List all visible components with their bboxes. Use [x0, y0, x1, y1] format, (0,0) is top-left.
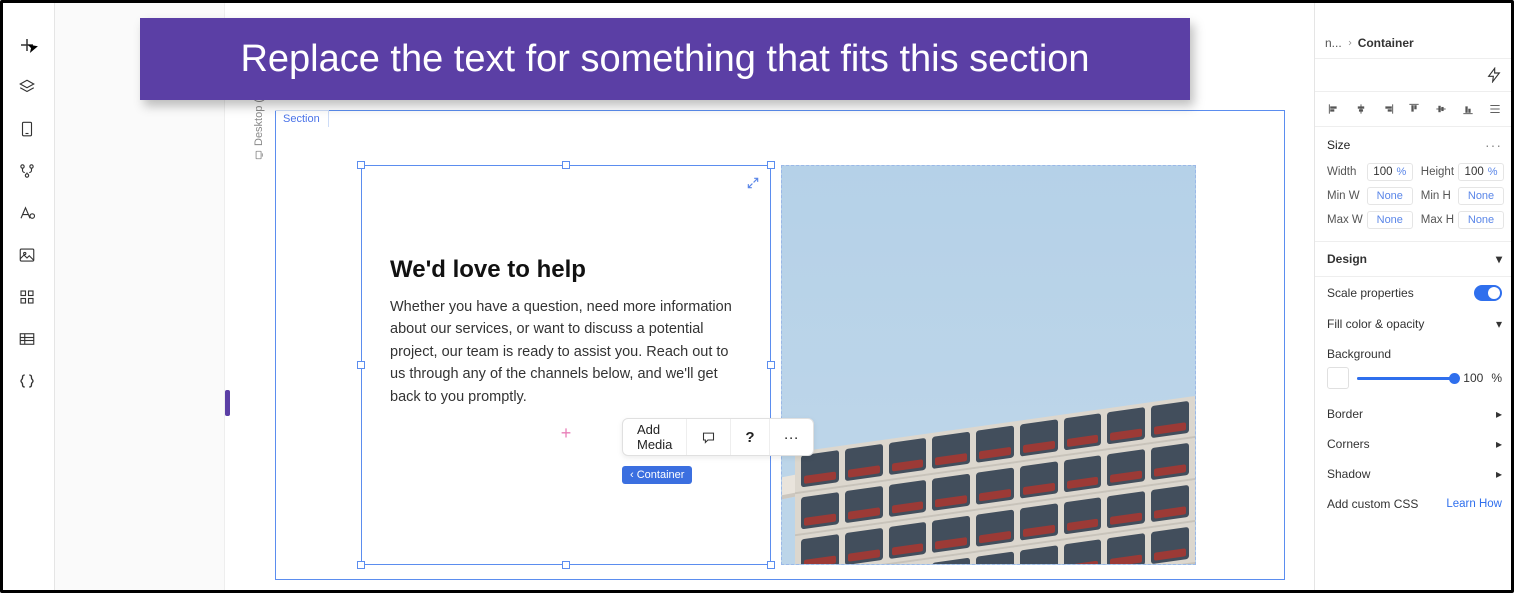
minh-label: Min H: [1421, 190, 1451, 202]
building-image: [781, 364, 1195, 564]
add-icon[interactable]: ➤: [17, 35, 37, 55]
breadcrumb-parent[interactable]: n...: [1325, 36, 1342, 50]
page-icon[interactable]: [17, 119, 37, 139]
custom-css-row: Add custom CSS Learn How: [1315, 489, 1514, 519]
align-right-icon[interactable]: [1379, 100, 1397, 118]
properties-panel: n... Container Size ··· Width 100% Heigh…: [1314, 0, 1514, 593]
corners-label: Corners: [1327, 437, 1370, 451]
opacity-unit: %: [1491, 371, 1502, 385]
corners-row[interactable]: Corners ▸: [1315, 429, 1514, 459]
border-row[interactable]: Border ▸: [1315, 399, 1514, 429]
align-top-icon[interactable]: [1405, 100, 1423, 118]
branch-icon[interactable]: [17, 161, 37, 181]
align-center-v-icon[interactable]: [1432, 100, 1450, 118]
help-icon[interactable]: ?: [731, 419, 769, 455]
chevron-right-icon: ▸: [1496, 467, 1502, 481]
size-more-icon[interactable]: ···: [1485, 137, 1502, 153]
distribute-icon[interactable]: [1486, 100, 1504, 118]
size-section-label: Size: [1327, 138, 1350, 152]
resize-handle[interactable]: [767, 361, 775, 369]
resize-handle[interactable]: [767, 161, 775, 169]
scale-properties-row: Scale properties: [1315, 277, 1514, 309]
background-controls: 100 %: [1315, 363, 1514, 399]
insert-caret: [225, 390, 230, 416]
chevron-right-icon: ▸: [1496, 407, 1502, 421]
custom-css-label: Add custom CSS: [1327, 497, 1418, 511]
learn-how-link[interactable]: Learn How: [1446, 498, 1502, 510]
block-heading[interactable]: We'd love to help: [390, 256, 742, 284]
chevron-down-icon: ▾: [1496, 252, 1502, 266]
minw-input[interactable]: None: [1367, 187, 1413, 205]
breadcrumb-current: Container: [1358, 36, 1414, 50]
grid-icon[interactable]: [17, 287, 37, 307]
resize-handle[interactable]: [562, 161, 570, 169]
text-icon[interactable]: [17, 203, 37, 223]
maxw-input[interactable]: None: [1367, 211, 1413, 229]
add-media-button[interactable]: Add Media: [623, 419, 687, 455]
block-body[interactable]: Whether you have a question, need more i…: [390, 296, 742, 408]
table-icon[interactable]: [17, 329, 37, 349]
opacity-value[interactable]: 100: [1463, 371, 1483, 385]
image-icon[interactable]: [17, 245, 37, 265]
color-swatch[interactable]: [1327, 367, 1349, 389]
breadcrumb[interactable]: n... Container: [1315, 36, 1514, 59]
opacity-slider[interactable]: [1357, 377, 1455, 380]
resize-handle[interactable]: [767, 561, 775, 569]
layers-icon[interactable]: [17, 77, 37, 97]
height-label: Height: [1421, 166, 1454, 178]
resize-handle[interactable]: [357, 161, 365, 169]
align-controls: [1315, 92, 1514, 127]
maxh-label: Max H: [1421, 214, 1454, 226]
resize-handle[interactable]: [357, 361, 365, 369]
width-label: Width: [1327, 166, 1356, 178]
interactions-tab[interactable]: [1315, 59, 1514, 92]
align-center-h-icon[interactable]: [1352, 100, 1370, 118]
scale-toggle[interactable]: [1474, 285, 1502, 301]
minw-label: Min W: [1327, 190, 1360, 202]
cursor-icon: ➤: [25, 38, 41, 57]
shadow-label: Shadow: [1327, 467, 1370, 481]
chevron-right-icon: ▸: [1496, 437, 1502, 451]
maxh-input[interactable]: None: [1458, 211, 1504, 229]
context-toolbar: Add Media ? ···: [622, 418, 814, 456]
section-frame[interactable]: Section We'd love to help Whether you ha…: [275, 110, 1285, 580]
align-bottom-icon[interactable]: [1459, 100, 1477, 118]
width-input[interactable]: 100%: [1367, 163, 1413, 181]
fill-label: Fill color & opacity: [1327, 317, 1424, 331]
slider-thumb[interactable]: [1449, 373, 1460, 384]
expand-icon[interactable]: [744, 174, 762, 192]
height-input[interactable]: 100%: [1458, 163, 1504, 181]
minh-input[interactable]: None: [1458, 187, 1504, 205]
more-icon[interactable]: ···: [770, 419, 813, 455]
section-tag[interactable]: Section: [275, 110, 329, 127]
code-icon[interactable]: [17, 371, 37, 391]
chevron-down-icon: ▾: [1496, 317, 1502, 331]
size-grid: Width 100% Height 100% Min W None Min H …: [1315, 159, 1514, 241]
comment-icon[interactable]: [687, 419, 731, 455]
maxw-label: Max W: [1327, 214, 1363, 226]
instruction-banner: Replace the text for something that fits…: [140, 18, 1190, 100]
add-element-icon[interactable]: +: [561, 423, 572, 444]
fill-row[interactable]: Fill color & opacity ▾: [1315, 309, 1514, 339]
instruction-text: Replace the text for something that fits…: [240, 38, 1089, 81]
image-container[interactable]: [781, 165, 1196, 565]
align-left-icon[interactable]: [1325, 100, 1343, 118]
resize-handle[interactable]: [562, 561, 570, 569]
background-label: Background: [1327, 347, 1391, 361]
container-child-tag[interactable]: ‹ Container: [622, 466, 692, 484]
shadow-row[interactable]: Shadow ▸: [1315, 459, 1514, 489]
selected-container[interactable]: We'd love to help Whether you have a que…: [361, 165, 771, 565]
design-section-header[interactable]: Design ▾: [1315, 241, 1514, 277]
left-tool-rail: ➤: [0, 0, 55, 593]
border-label: Border: [1327, 407, 1363, 421]
scale-properties-label: Scale properties: [1327, 286, 1414, 300]
resize-handle[interactable]: [357, 561, 365, 569]
